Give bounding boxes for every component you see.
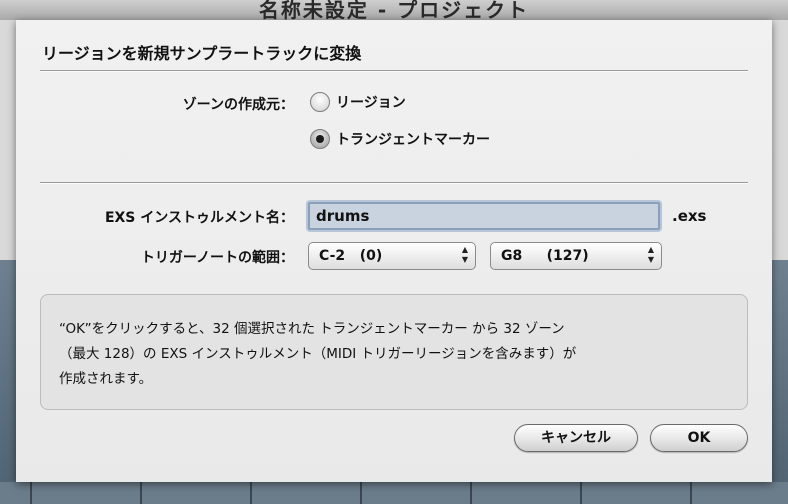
title-separator — [40, 70, 748, 72]
radio-button-transient-markers[interactable] — [310, 129, 330, 149]
instrument-name-field[interactable] — [308, 202, 660, 230]
background-grid-line — [250, 482, 252, 504]
background-grid-line — [360, 482, 362, 504]
background-left-pane — [0, 20, 16, 504]
background-track-area — [0, 482, 788, 504]
info-message-line: 作成されます。 — [59, 371, 153, 387]
instrument-name-input[interactable] — [310, 204, 658, 228]
trigger-range-label: トリガーノートの範囲： — [140, 250, 294, 266]
radio-option-transient-markers[interactable]: トランジェントマーカー — [310, 129, 490, 149]
stepper-arrows-icon: ▲ ▼ — [647, 245, 655, 264]
trigger-high-note-popup[interactable]: G8 (127) ▲ ▼ — [490, 242, 662, 270]
background-grid-line — [30, 482, 32, 504]
info-message-box: “OK”をクリックすると、32 個選択された トランジェントマーカー から 32… — [40, 294, 748, 410]
radio-selected-dot — [316, 135, 324, 143]
background-titlebar: 名称未設定 - プロジェクト — [0, 0, 788, 22]
stepper-arrows-icon: ▲ ▼ — [461, 245, 469, 264]
background-grid-line — [580, 482, 582, 504]
radio-button-region[interactable] — [310, 92, 330, 112]
instrument-name-label: EXS インストゥルメント名： — [104, 210, 294, 226]
ok-button[interactable]: OK — [650, 424, 748, 452]
trigger-low-note-value: C-2 (0) — [319, 248, 383, 264]
radio-option-region[interactable]: リージョン — [310, 92, 406, 112]
radio-label-transient-markers: トランジェントマーカー — [336, 132, 490, 148]
background-right-pane — [772, 20, 788, 504]
convert-to-sampler-dialog: リージョンを新規サンプラートラックに変換 ゾーンの作成元： リージョン トランジ… — [16, 20, 772, 482]
radio-label-region: リージョン — [336, 95, 406, 111]
trigger-low-note-popup[interactable]: C-2 (0) ▲ ▼ — [308, 242, 476, 270]
zone-source-label: ゾーンの作成元： — [182, 97, 294, 113]
section-separator — [40, 182, 748, 184]
info-message-line: “OK”をクリックすると、32 個選択された トランジェントマーカー から 32… — [59, 321, 565, 337]
background-grid-line — [140, 482, 142, 504]
background-grid-line — [690, 482, 692, 504]
background-grid-line — [470, 482, 472, 504]
instrument-file-extension: .exs — [672, 207, 707, 225]
trigger-high-note-value: G8 (127) — [501, 248, 589, 264]
info-message-line: （最大 128）の EXS インストゥルメント（MIDI トリガーリージョンを含… — [59, 346, 577, 362]
cancel-button[interactable]: キャンセル — [514, 424, 638, 452]
dialog-title: リージョンを新規サンプラートラックに変換 — [42, 44, 362, 63]
